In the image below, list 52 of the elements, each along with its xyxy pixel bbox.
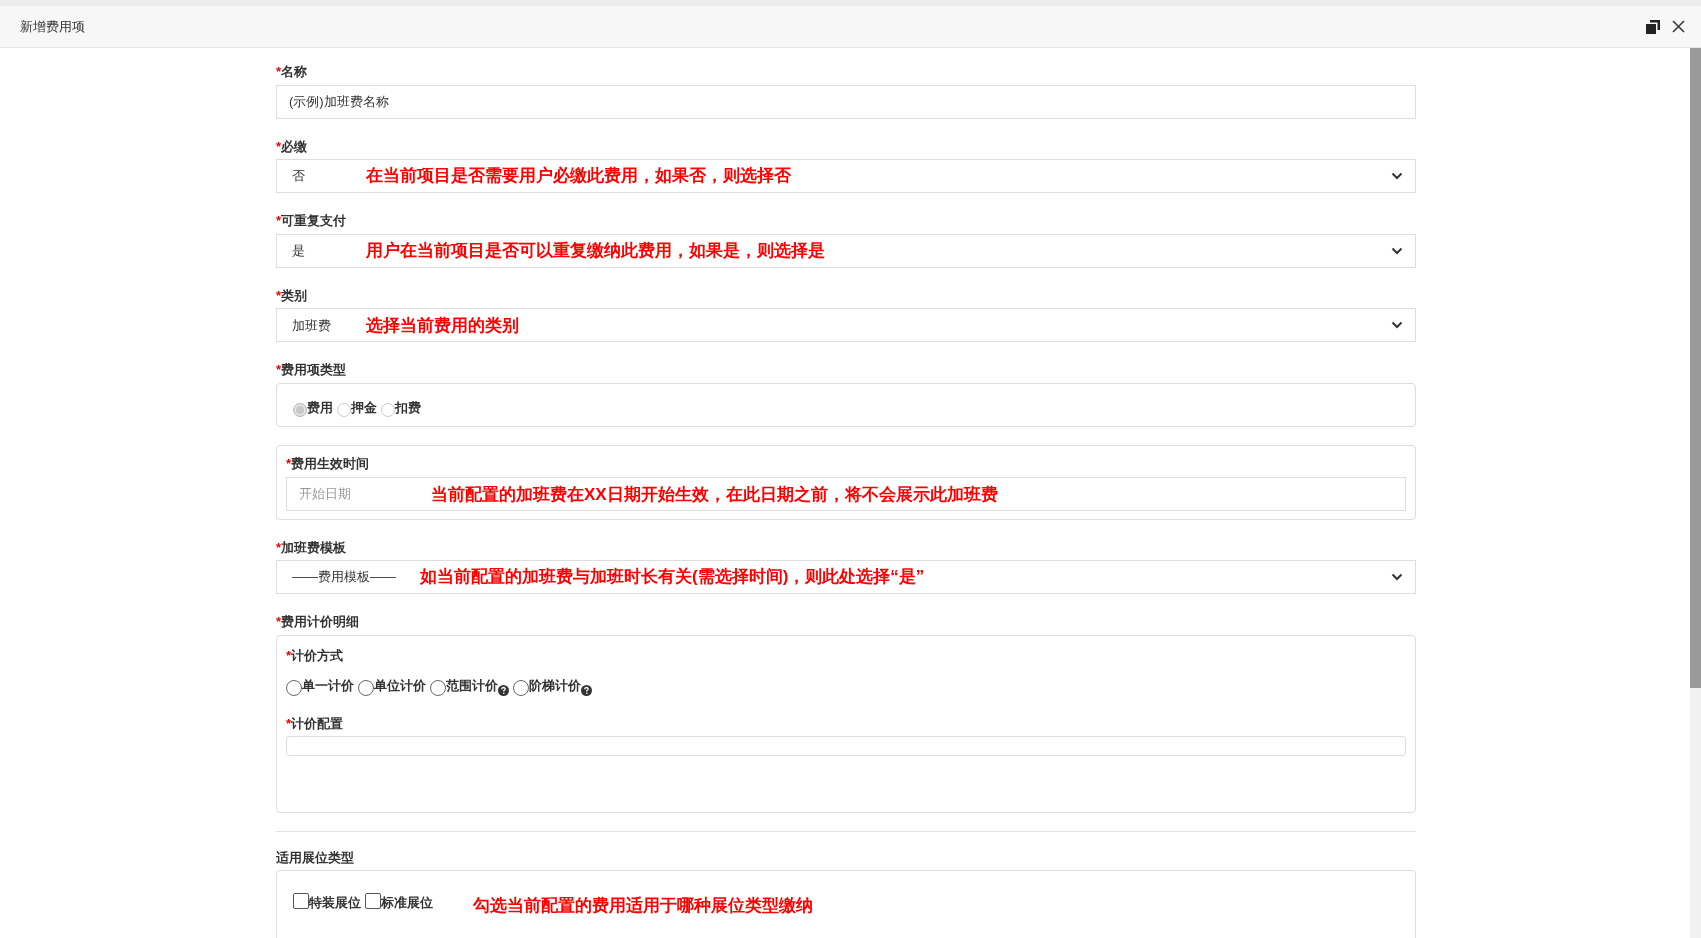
radio-button[interactable] <box>513 679 529 696</box>
radio-label: 费用 <box>307 398 333 417</box>
dropdown-value: 否 <box>292 167 306 186</box>
field-label: *可重复支付 <box>276 213 347 229</box>
radio-button[interactable] <box>430 679 446 696</box>
dropdown-field[interactable]: 否 在当前项目是否需要用户必缴此费用，如果否，则选择否 <box>276 159 1416 194</box>
annotation-text: 选择当前费用的类别 <box>366 314 519 337</box>
radio-label: 扣费 <box>395 398 421 417</box>
text-field[interactable] <box>286 736 1406 757</box>
caret-icon <box>1391 573 1403 582</box>
checkbox[interactable] <box>293 893 309 910</box>
radio-label: 范围计价 <box>446 677 498 696</box>
close-icon[interactable] <box>1670 18 1687 35</box>
dropdown-value: ——费用模板—— <box>292 568 396 587</box>
caret-icon <box>1391 321 1403 330</box>
field-label: *费用计价明细 <box>276 614 360 630</box>
checkbox-label: 标准展位 <box>381 894 433 913</box>
annotation-text: 如当前配置的加班费与加班时长有关(需选择时间)，则此处选择“是” <box>420 566 925 589</box>
dropdown-value: 是 <box>292 242 306 261</box>
field-label: *必缴 <box>276 138 308 155</box>
radio-label: 押金 <box>351 398 377 417</box>
annotation-text: 当前配置的加班费在XX日期开始生效，在此日期之前，将不会展示此加班费 <box>431 483 998 506</box>
dropdown-value: 加班费 <box>292 316 332 335</box>
dropdown-field[interactable]: 加班费 选择当前费用的类别 <box>276 308 1416 343</box>
dropdown-field[interactable]: 是 用户在当前项目是否可以重复缴纳此费用，如果是，则选择是 <box>276 233 1416 268</box>
text-field[interactable]: (示例)加班费名称 <box>276 84 1416 119</box>
restore-icon[interactable] <box>1644 17 1662 36</box>
field-label: *类别 <box>276 287 308 304</box>
checkbox[interactable] <box>365 893 381 910</box>
annotation-text: 勾选当前配置的费用适用于哪种展位类型缴纳 <box>473 895 813 918</box>
radio-button[interactable] <box>286 679 302 696</box>
radio-label: 单一计价 <box>302 677 354 696</box>
field-label: *加班费模板 <box>276 539 347 556</box>
help-icon[interactable] <box>581 684 592 696</box>
caret-icon <box>1391 172 1403 181</box>
field-label: *计价配置 <box>286 715 344 732</box>
dialog-title: 新增费用项 <box>20 17 85 36</box>
checkbox-label: 特装展位 <box>309 894 361 913</box>
radio-label: 单位计价 <box>374 677 426 696</box>
field-label: *名称 <box>276 64 308 80</box>
help-icon[interactable] <box>498 684 509 696</box>
field-label: *费用生效时间 <box>286 455 370 472</box>
field-label: *计价方式 <box>286 647 344 664</box>
radio-label: 阶梯计价 <box>529 677 581 696</box>
dropdown-field[interactable]: ——费用模板—— 如当前配置的加班费与加班时长有关(需选择时间)，则此处选择“是” <box>276 560 1416 595</box>
annotation-text: 在当前项目是否需要用户必缴此费用，如果否，则选择否 <box>366 165 791 188</box>
caret-icon <box>1391 246 1403 255</box>
annotation-text: 用户在当前项目是否可以重复缴纳此费用，如果是，则选择是 <box>366 240 825 263</box>
field-label: 适用展位类型 <box>276 849 354 866</box>
radio-button[interactable] <box>358 679 374 696</box>
field-label: *费用项类型 <box>276 362 347 378</box>
scrollbar[interactable] <box>1690 48 1701 938</box>
